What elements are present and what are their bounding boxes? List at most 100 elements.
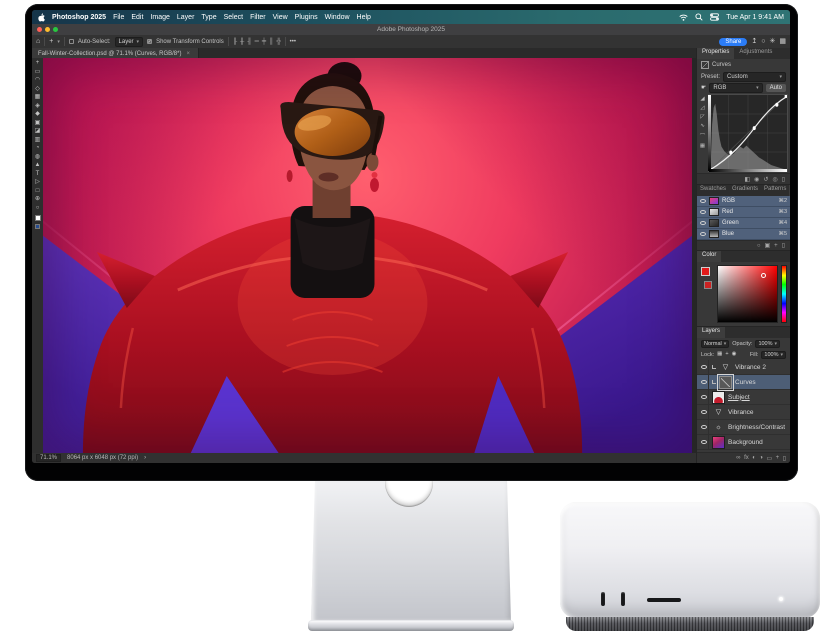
visibility-eye-icon[interactable] bbox=[701, 365, 707, 369]
tab-adjustments[interactable]: Adjustments bbox=[734, 48, 777, 59]
layer-row-subject[interactable]: Subject bbox=[697, 390, 790, 405]
layer-effects-icon[interactable]: fx bbox=[744, 455, 749, 461]
load-selection-icon[interactable]: ○ bbox=[757, 243, 761, 249]
search-tool-icon[interactable]: ○ bbox=[761, 38, 765, 45]
hue-slider[interactable] bbox=[781, 265, 787, 323]
layer-name[interactable]: Vibrance bbox=[728, 409, 754, 416]
auto-select-checkbox[interactable] bbox=[69, 39, 74, 44]
draw-curve-icon[interactable]: ∿ bbox=[700, 123, 705, 129]
home-icon[interactable]: ⌂ bbox=[36, 38, 40, 45]
brush-tool[interactable]: ◆ bbox=[35, 111, 40, 117]
wifi-icon[interactable] bbox=[679, 14, 688, 21]
document-tab[interactable]: Fall-Winter-Collection.psd @ 71.1% (Curv… bbox=[32, 48, 199, 58]
menu-edit[interactable]: Edit bbox=[131, 14, 143, 21]
channel-row-green[interactable]: Green ⌘4 bbox=[697, 218, 790, 229]
workspace-icon[interactable]: ▦ bbox=[779, 38, 786, 45]
tab-gradients[interactable]: Gradients bbox=[729, 185, 761, 196]
menu-type[interactable]: Type bbox=[201, 14, 216, 21]
channel-row-blue[interactable]: Blue ⌘5 bbox=[697, 229, 790, 240]
visibility-column[interactable] bbox=[699, 420, 709, 434]
black-point-eyedropper-icon[interactable]: ◢ bbox=[700, 96, 704, 102]
gradient-tool[interactable]: ▥ bbox=[35, 137, 41, 143]
new-group-icon[interactable]: ▭ bbox=[767, 455, 773, 462]
adjustment-layer-icon[interactable]: ◑ bbox=[759, 455, 763, 461]
pen-tool[interactable]: ▲ bbox=[35, 162, 41, 168]
smooth-curve-icon[interactable]: ⌒ bbox=[700, 132, 706, 140]
tab-properties[interactable]: Properties bbox=[697, 48, 734, 59]
auto-button[interactable]: Auto bbox=[766, 84, 786, 92]
gray-point-eyedropper-icon[interactable]: ◿ bbox=[700, 105, 704, 111]
visibility-column[interactable] bbox=[699, 360, 709, 374]
crop-tool[interactable]: ▦ bbox=[35, 94, 41, 100]
menu-plugins[interactable]: Plugins bbox=[295, 14, 318, 21]
reset-icon[interactable]: ↺ bbox=[763, 176, 768, 183]
tool-preset-caret-icon[interactable]: ▾ bbox=[57, 39, 60, 45]
layer-thumbnail[interactable] bbox=[712, 436, 725, 449]
layer-row-background[interactable]: Background bbox=[697, 435, 790, 450]
fill-dropdown[interactable]: 100% ▾ bbox=[761, 351, 786, 359]
layer-name[interactable]: Curves bbox=[735, 379, 756, 386]
save-selection-icon[interactable]: ▣ bbox=[765, 242, 771, 249]
delete-layer-icon[interactable]: ▯ bbox=[783, 455, 786, 462]
link-layers-icon[interactable]: ∞ bbox=[736, 455, 740, 461]
visibility-eye-icon[interactable] bbox=[701, 410, 707, 414]
visibility-eye-icon[interactable] bbox=[701, 425, 707, 429]
more-options-icon[interactable]: ••• bbox=[290, 39, 296, 45]
new-layer-icon[interactable]: + bbox=[776, 455, 780, 461]
curves-graph[interactable] bbox=[708, 94, 788, 172]
visibility-column[interactable] bbox=[699, 390, 709, 404]
move-tool[interactable]: + bbox=[36, 60, 40, 66]
control-center-icon[interactable] bbox=[710, 13, 719, 21]
delete-icon[interactable]: ▯ bbox=[782, 176, 785, 183]
visibility-eye-icon[interactable] bbox=[700, 210, 706, 214]
menu-help[interactable]: Help bbox=[357, 14, 371, 21]
search-icon[interactable] bbox=[695, 13, 703, 21]
tab-channels[interactable]: Channels bbox=[789, 185, 790, 196]
saturation-picker[interactable] bbox=[717, 265, 778, 323]
visibility-eye-icon[interactable] bbox=[701, 380, 707, 384]
menu-app-name[interactable]: Photoshop 2025 bbox=[52, 14, 106, 21]
delete-channel-icon[interactable]: ▯ bbox=[782, 242, 785, 249]
hand-tool[interactable]: ⊕ bbox=[35, 196, 40, 202]
quick-select-tool[interactable]: ◇ bbox=[35, 86, 40, 92]
background-color[interactable] bbox=[704, 281, 712, 289]
clip-to-layer-icon[interactable]: ◧ bbox=[744, 176, 750, 183]
layer-name[interactable]: Vibrance 2 bbox=[735, 364, 766, 371]
status-chevron-icon[interactable]: › bbox=[144, 455, 146, 461]
channel-row-rgb[interactable]: RGB ⌘2 bbox=[697, 196, 790, 207]
show-transform-checkbox[interactable]: ✓ bbox=[147, 39, 152, 44]
visibility-eye-icon[interactable] bbox=[700, 199, 706, 203]
layer-name[interactable]: Brightness/Contrast bbox=[728, 424, 785, 431]
lasso-tool[interactable]: ◠ bbox=[35, 77, 40, 83]
clone-stamp-tool[interactable]: ▣ bbox=[35, 120, 41, 126]
visibility-eye-icon[interactable] bbox=[700, 232, 706, 236]
tab-layers[interactable]: Layers bbox=[697, 327, 725, 338]
menu-view[interactable]: View bbox=[273, 14, 288, 21]
grid-options-icon[interactable]: ▦ bbox=[700, 143, 705, 149]
visibility-column[interactable] bbox=[699, 435, 709, 449]
menu-window[interactable]: Window bbox=[325, 14, 350, 21]
targeted-adjustment-icon[interactable]: ☛ bbox=[701, 85, 706, 91]
align-middle-icon[interactable]: ╪ bbox=[262, 39, 266, 45]
previous-state-icon[interactable]: ◉ bbox=[754, 176, 759, 183]
layer-row-brightness[interactable]: ☼ Brightness/Contrast bbox=[697, 420, 790, 435]
visibility-eye-icon[interactable] bbox=[701, 440, 707, 444]
move-tool-icon[interactable]: + bbox=[49, 38, 53, 45]
lock-position-icon[interactable]: + bbox=[725, 352, 728, 358]
layer-row-vibrance2[interactable]: ▽ Vibrance 2 bbox=[697, 360, 790, 375]
align-right-icon[interactable]: ╢ bbox=[247, 39, 251, 45]
tab-color[interactable]: Color bbox=[697, 251, 721, 262]
layer-thumbnail[interactable] bbox=[712, 391, 725, 404]
close-tab-icon[interactable]: × bbox=[186, 51, 190, 57]
layer-name[interactable]: Subject bbox=[728, 394, 750, 401]
dodge-tool[interactable]: ◍ bbox=[35, 154, 40, 160]
lock-all-icon[interactable]: ◉ bbox=[732, 352, 737, 358]
healing-tool[interactable]: ◈ bbox=[35, 103, 40, 109]
distribute-icon[interactable]: ╬ bbox=[276, 39, 280, 45]
align-bottom-icon[interactable]: ║ bbox=[269, 39, 273, 45]
menu-select[interactable]: Select bbox=[224, 14, 243, 21]
zoom-level-field[interactable]: 71.1% bbox=[36, 454, 61, 462]
color-picker-ring[interactable] bbox=[761, 273, 766, 278]
channel-dropdown[interactable]: RGB ▾ bbox=[709, 83, 762, 93]
tab-patterns[interactable]: Patterns bbox=[761, 185, 789, 196]
